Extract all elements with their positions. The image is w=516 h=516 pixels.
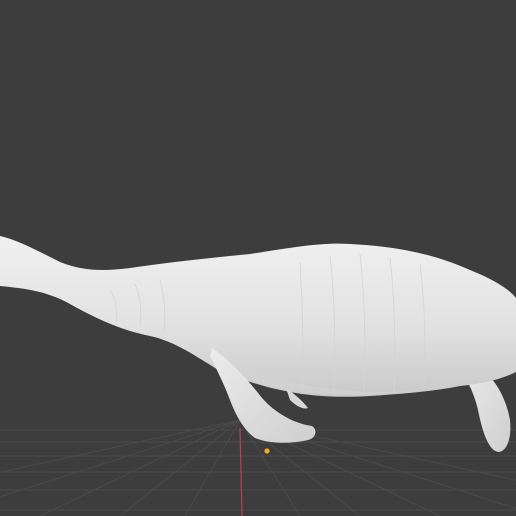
- viewport-canvas[interactable]: [0, 0, 516, 516]
- plesiosaur-model[interactable]: [0, 236, 516, 452]
- 3d-viewport[interactable]: [0, 0, 516, 516]
- origin-dot-icon[interactable]: [264, 448, 270, 454]
